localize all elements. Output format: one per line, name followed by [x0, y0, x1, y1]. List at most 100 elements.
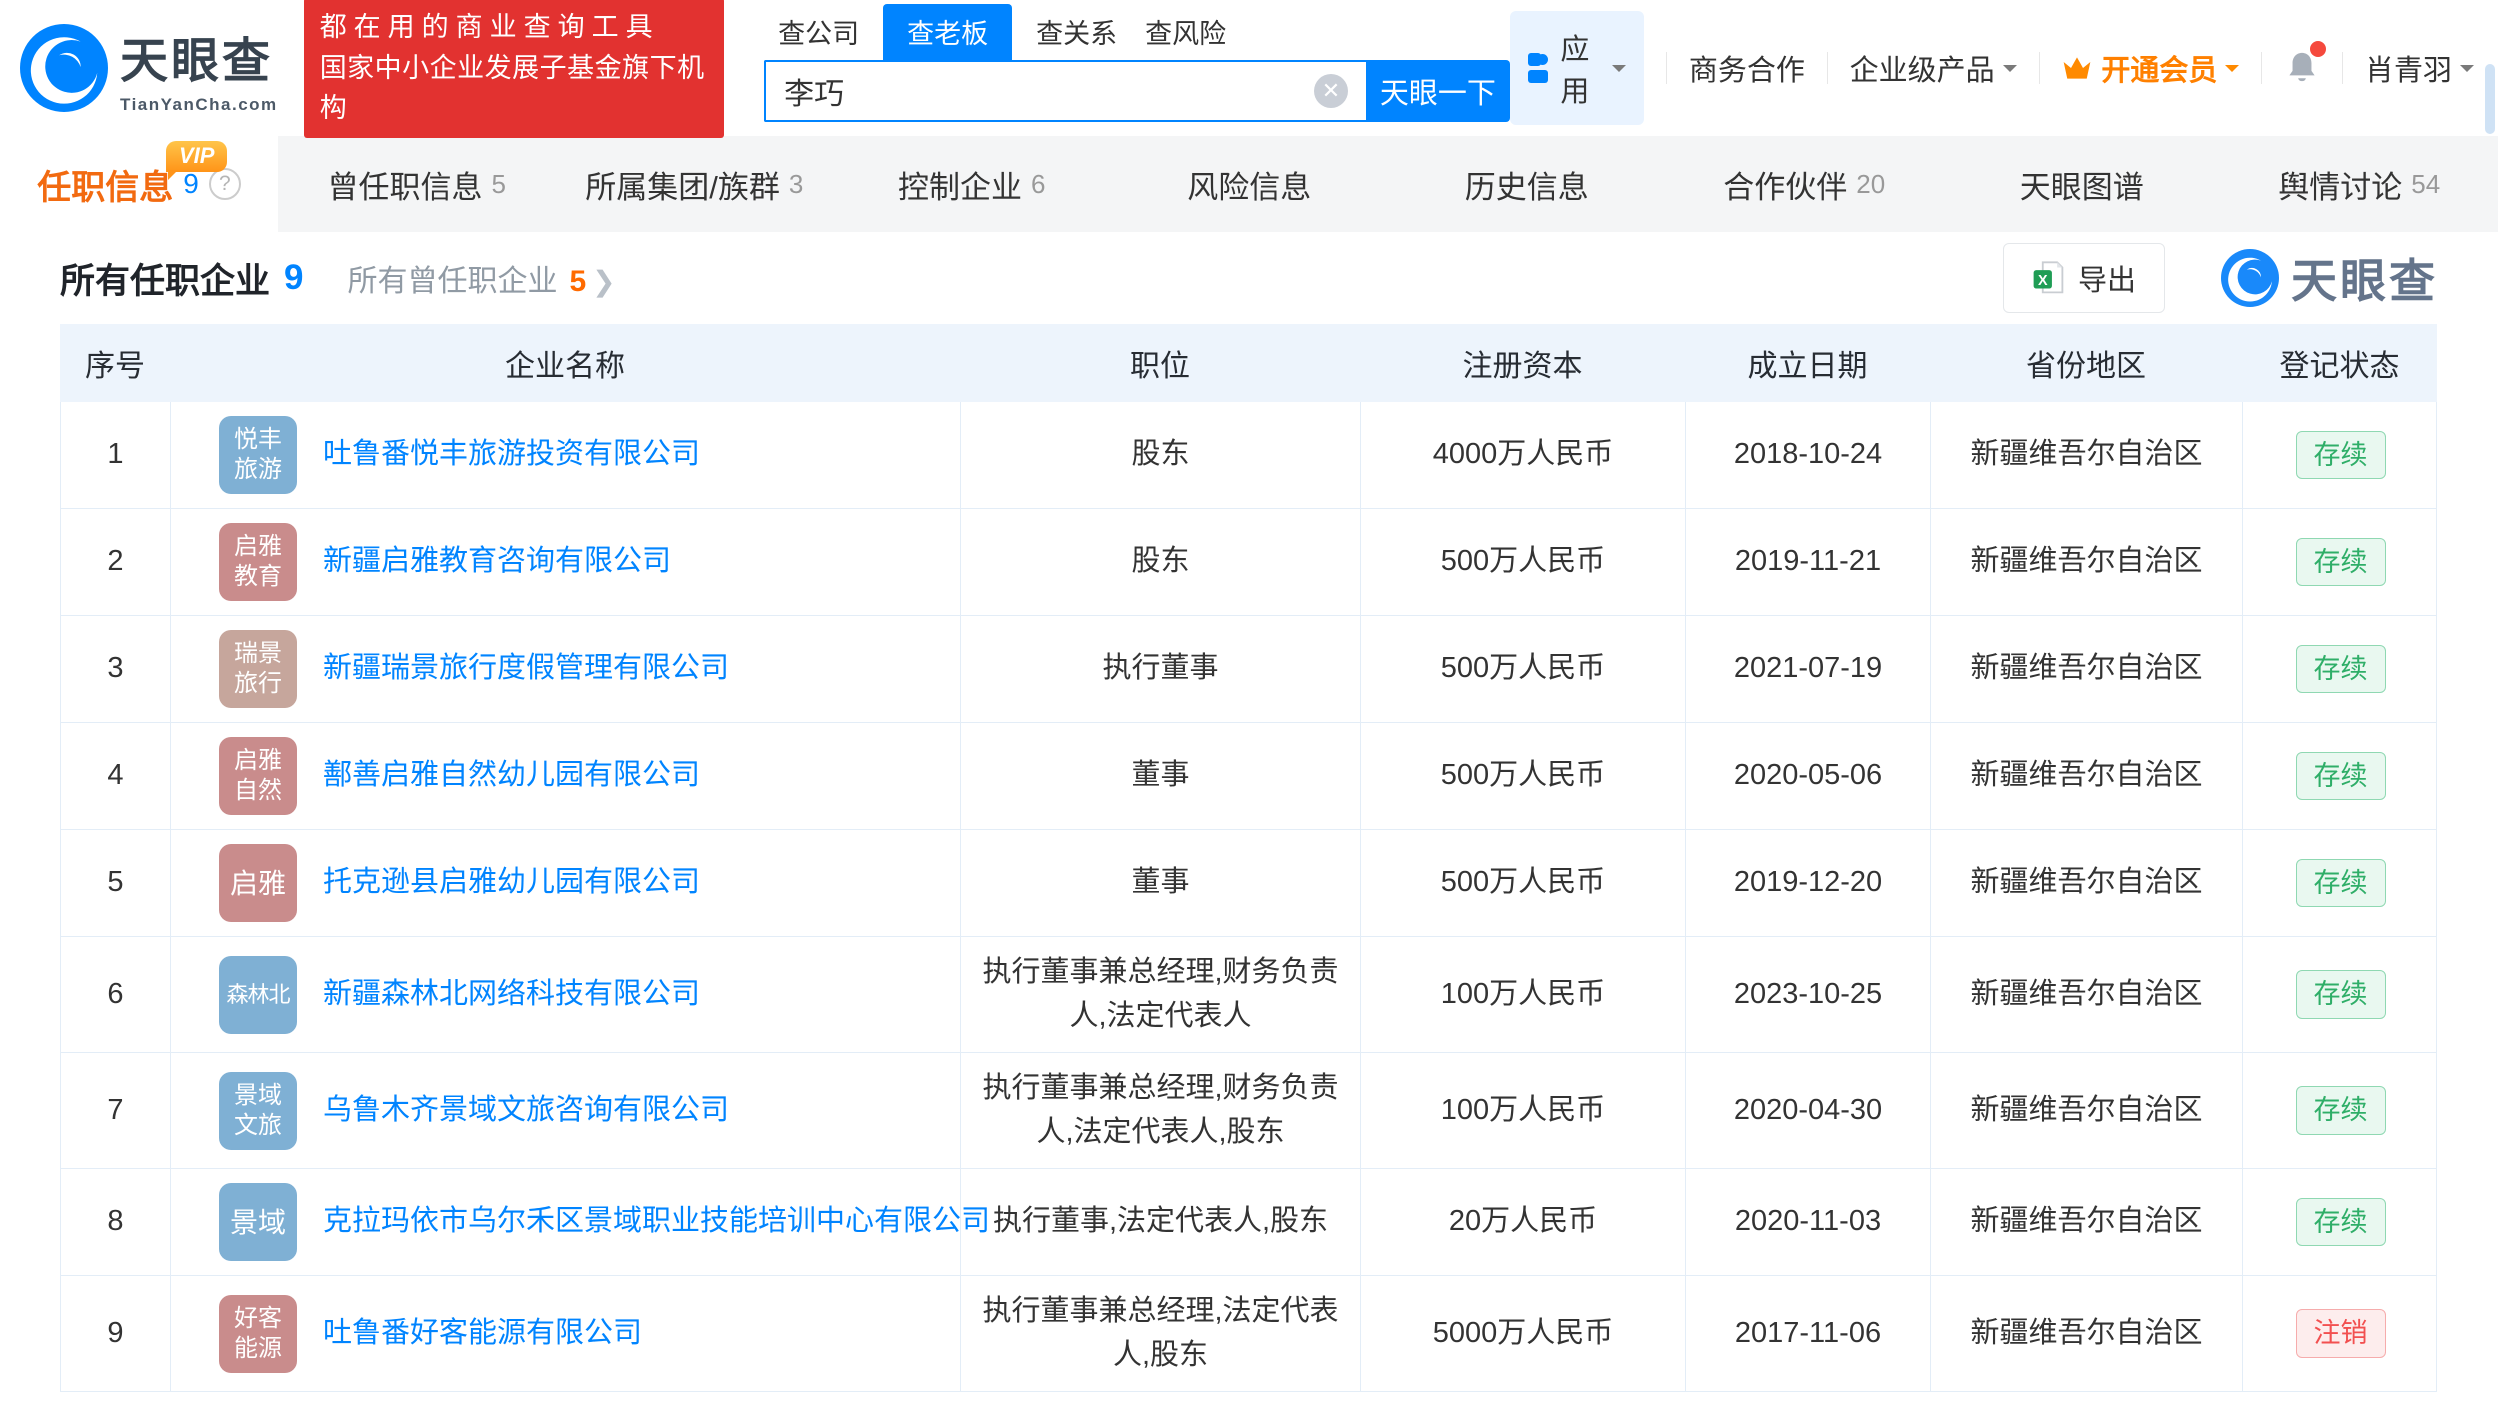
province-cell: 新疆维吾尔自治区 [1931, 1276, 2243, 1391]
scrollbar-thumb[interactable] [2485, 64, 2495, 134]
company-logo-badge[interactable]: 启雅教育 [219, 523, 297, 601]
province-cell: 新疆维吾尔自治区 [1931, 509, 2243, 615]
company-logo-badge[interactable]: 悦丰旅游 [219, 416, 297, 494]
company-link[interactable]: 新疆森林北网络科技有限公司 [323, 973, 700, 1017]
company-logo-badge[interactable]: 景域 [219, 1183, 297, 1261]
row-seq: 1 [61, 402, 171, 508]
company-cell: 启雅托克逊县启雅幼儿园有限公司 [171, 830, 961, 936]
tab-count: 6 [1031, 169, 1045, 200]
status-badge: 存续 [2296, 1198, 2386, 1246]
company-link[interactable]: 托克逊县启雅幼儿园有限公司 [323, 861, 700, 905]
status-badge: 存续 [2296, 970, 2386, 1018]
date-cell: 2020-05-06 [1686, 723, 1931, 829]
company-logo-badge[interactable]: 启雅自然 [219, 737, 297, 815]
tab-count: 20 [1856, 169, 1885, 200]
company-link[interactable]: 新疆瑞景旅行度假管理有限公司 [323, 647, 729, 691]
table-row: 2启雅教育新疆启雅教育咨询有限公司股东500万人民币2019-11-21新疆维吾… [61, 509, 2436, 616]
date-cell: 2020-04-30 [1686, 1053, 1931, 1168]
tab-group-family[interactable]: 所属集团/族群 3 [556, 136, 834, 232]
company-link[interactable]: 鄯善启雅自然幼儿园有限公司 [323, 754, 700, 798]
search-tabs: 查公司 查老板 查关系 查风险 [764, 4, 1510, 60]
row-seq: 4 [61, 723, 171, 829]
help-icon[interactable]: ? [209, 168, 241, 200]
company-link[interactable]: 吐鲁番悦丰旅游投资有限公司 [323, 433, 700, 477]
position-cell: 股东 [961, 509, 1361, 615]
former-companies-link[interactable]: 所有曾任职企业5❯ [347, 256, 615, 300]
tab-public-opinion[interactable]: 舆情讨论 54 [2221, 136, 2498, 232]
notifications-bell-icon[interactable] [2284, 49, 2320, 87]
tab-former-positions[interactable]: 曾任职信息 5 [278, 136, 556, 232]
divider [2261, 52, 2262, 84]
menu-item-vip[interactable]: 开通会员 [2061, 47, 2239, 89]
tab-partners[interactable]: 合作伙伴 20 [1666, 136, 1944, 232]
user-menu[interactable]: 肖青羽 [2365, 47, 2474, 89]
clear-input-icon[interactable]: ✕ [1314, 74, 1348, 108]
province-cell: 新疆维吾尔自治区 [1931, 402, 2243, 508]
company-cell: 启雅自然鄯善启雅自然幼儿园有限公司 [171, 723, 961, 829]
date-cell: 2019-12-20 [1686, 830, 1931, 936]
company-logo-badge[interactable]: 森林北 [219, 956, 297, 1034]
position-cell: 股东 [961, 402, 1361, 508]
province-cell: 新疆维吾尔自治区 [1931, 830, 2243, 936]
vip-badge: VIP [166, 141, 227, 172]
tianyancha-logo[interactable]: 天眼查 TianYanCha.com [20, 21, 278, 115]
company-link[interactable]: 克拉玛依市乌尔禾区景域职业技能培训中心有限公司 [323, 1200, 990, 1244]
tianyancha-watermark: 天眼查 [2221, 245, 2438, 311]
row-seq: 6 [61, 937, 171, 1052]
tab-label: 曾任职信息 [328, 162, 483, 207]
former-companies-count: 5 [569, 265, 586, 298]
status-cell: 存续 [2243, 937, 2438, 1052]
table-row: 3瑞景旅行新疆瑞景旅行度假管理有限公司执行董事500万人民币2021-07-19… [61, 616, 2436, 723]
company-link[interactable]: 新疆启雅教育咨询有限公司 [323, 540, 671, 584]
company-link[interactable]: 吐鲁番好客能源有限公司 [323, 1312, 642, 1356]
menu-item-enterprise[interactable]: 企业级产品 [1850, 47, 2017, 89]
status-cell: 存续 [2243, 402, 2438, 508]
tab-label: 历史信息 [1465, 162, 1589, 207]
position-cell: 董事 [961, 830, 1361, 936]
crown-icon [2061, 54, 2093, 82]
position-cell: 执行董事兼总经理,财务负责人,法定代表人 [961, 937, 1361, 1052]
apps-menu-button[interactable]: 应用 [1510, 11, 1644, 125]
tab-controlled-companies[interactable]: 控制企业 6 [833, 136, 1111, 232]
export-button[interactable]: X 导出 [2003, 243, 2165, 313]
tab-positions-active[interactable]: VIP 任职信息 9 ? [0, 136, 278, 232]
tab-graph[interactable]: 天眼图谱 [1943, 136, 2221, 232]
menu-item-business[interactable]: 商务合作 [1689, 47, 1805, 89]
section-title: 所有任职企业 [60, 253, 270, 304]
province-cell: 新疆维吾尔自治区 [1931, 937, 2243, 1052]
table-row: 1悦丰旅游吐鲁番悦丰旅游投资有限公司股东4000万人民币2018-10-24新疆… [61, 402, 2436, 509]
company-logo-badge[interactable]: 启雅 [219, 844, 297, 922]
search-tab-company[interactable]: 查公司 [764, 4, 873, 60]
status-cell: 存续 [2243, 509, 2438, 615]
search-tab-risk[interactable]: 查风险 [1131, 4, 1240, 60]
status-badge: 存续 [2296, 431, 2386, 479]
promo-line-1: 都在用的商业查询工具 [320, 7, 708, 48]
company-link[interactable]: 乌鲁木齐景域文旅咨询有限公司 [323, 1089, 729, 1133]
capital-cell: 4000万人民币 [1361, 402, 1686, 508]
search-tab-relation[interactable]: 查关系 [1022, 4, 1131, 60]
row-seq: 5 [61, 830, 171, 936]
company-logo-badge[interactable]: 好客能源 [219, 1295, 297, 1373]
tab-risk-info[interactable]: 风险信息 [1111, 136, 1389, 232]
chevron-down-icon [2003, 65, 2017, 79]
table-row: 9好客能源吐鲁番好客能源有限公司执行董事兼总经理,法定代表人,股东5000万人民… [61, 1276, 2436, 1392]
company-cell: 悦丰旅游吐鲁番悦丰旅游投资有限公司 [171, 402, 961, 508]
date-cell: 2021-07-19 [1686, 616, 1931, 722]
table-header-row: 序号 企业名称 职位 注册资本 成立日期 省份地区 登记状态 [60, 324, 2437, 402]
header-position: 职位 [960, 341, 1360, 385]
business-label: 商务合作 [1689, 47, 1805, 89]
export-label: 导出 [2078, 257, 2136, 299]
header-status: 登记状态 [2242, 341, 2437, 385]
search-tab-boss[interactable]: 查老板 [883, 4, 1012, 60]
user-name: 肖青羽 [2365, 47, 2452, 89]
table-row: 6森林北新疆森林北网络科技有限公司执行董事兼总经理,财务负责人,法定代表人100… [61, 937, 2436, 1053]
tab-history-info[interactable]: 历史信息 [1388, 136, 1666, 232]
date-cell: 2017-11-06 [1686, 1276, 1931, 1391]
capital-cell: 500万人民币 [1361, 616, 1686, 722]
company-logo-badge[interactable]: 瑞景旅行 [219, 630, 297, 708]
search-input[interactable] [764, 60, 1366, 122]
company-logo-badge[interactable]: 景域文旅 [219, 1072, 297, 1150]
province-cell: 新疆维吾尔自治区 [1931, 616, 2243, 722]
search-button[interactable]: 天眼一下 [1366, 60, 1510, 122]
company-cell: 好客能源吐鲁番好客能源有限公司 [171, 1276, 961, 1391]
